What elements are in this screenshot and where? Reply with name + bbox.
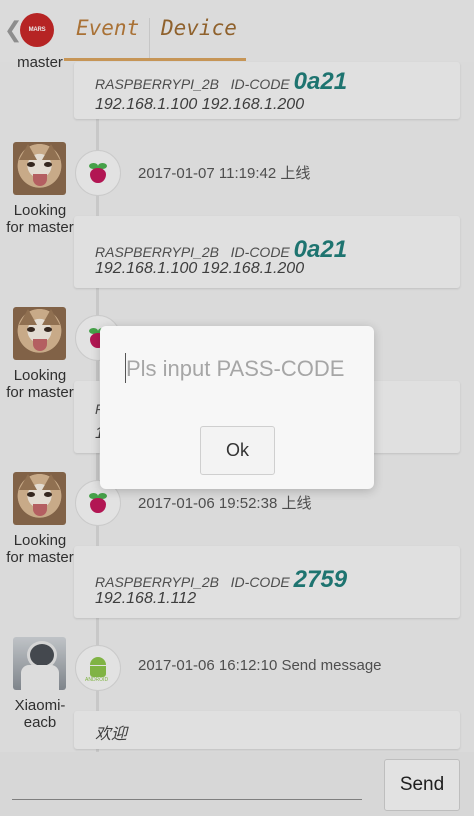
passcode-dialog: Ok xyxy=(100,326,374,489)
passcode-input[interactable] xyxy=(126,352,356,386)
ok-button[interactable]: Ok xyxy=(200,426,275,475)
text-cursor xyxy=(125,353,126,383)
